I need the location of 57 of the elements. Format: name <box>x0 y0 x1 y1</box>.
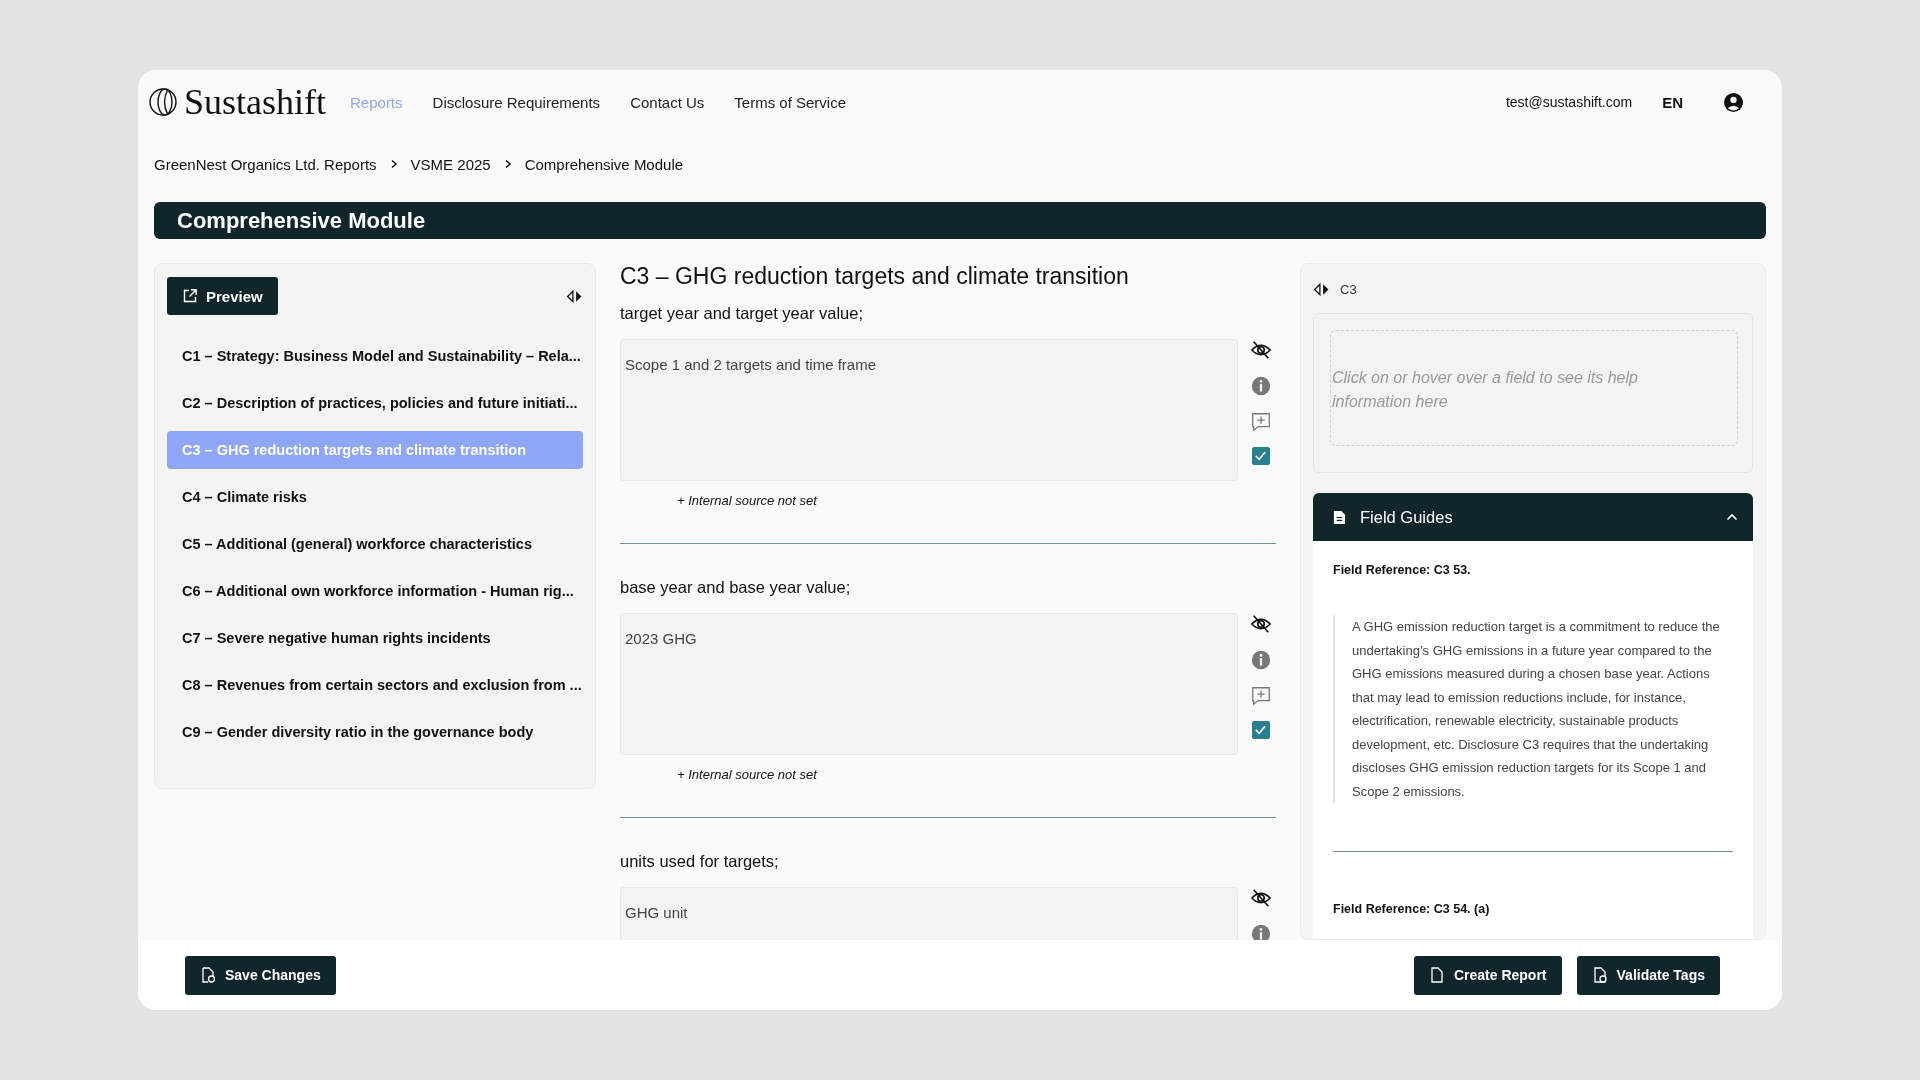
add-comment-icon[interactable] <box>1250 411 1272 433</box>
document-icon <box>1428 967 1445 983</box>
collapse-toggle-icon[interactable] <box>1313 282 1330 297</box>
document-icon <box>200 967 216 983</box>
field-guides-title: Field Guides <box>1360 507 1454 527</box>
document-icon <box>1333 509 1346 525</box>
nav-link[interactable]: Contact Us <box>630 93 705 111</box>
field-label: base year and base year value; <box>620 578 852 597</box>
user-email: test@sustashift.com <box>1505 94 1633 110</box>
field-reference: Field Reference: C3 54. (a) <box>1333 902 1491 916</box>
field-label: target year and target year value; <box>620 304 865 323</box>
sidebar-item[interactable]: C5 – Additional (general) workforce characteristics <box>167 525 583 563</box>
footer-button[interactable]: Create Report <box>1413 955 1562 995</box>
eye-slash-icon[interactable] <box>1250 887 1272 909</box>
internal-source-link[interactable]: + Internal source not set <box>677 767 817 782</box>
account-icon[interactable] <box>1723 91 1744 113</box>
info-icon[interactable] <box>1250 375 1272 397</box>
checkbox[interactable] <box>1252 721 1270 739</box>
brand-name[interactable]: Sustashift <box>184 81 326 123</box>
field-reference: Field Reference: C3 53. <box>1333 563 1472 577</box>
breadcrumb-link[interactable]: GreenNest Organics Ltd. Reports <box>154 155 377 173</box>
sidebar-item[interactable]: C9 – Gender diversity ratio in the governance body <box>167 713 583 751</box>
sidebar-item[interactable]: C1 – Strategy: Business Model and Sustainability – Rela... <box>167 337 583 375</box>
sidebar-item[interactable]: C2 – Description of practices, policies and future initiati... <box>167 384 583 422</box>
language-selector[interactable]: EN <box>1662 93 1683 111</box>
breadcrumb-link[interactable]: Comprehensive Module <box>524 155 684 173</box>
text-area[interactable]: GHG unit <box>620 887 1238 940</box>
eye-slash-icon[interactable] <box>1250 339 1272 361</box>
footer-button[interactable]: Save Changes <box>185 955 336 995</box>
field-guides-header[interactable]: Field Guides <box>1313 493 1753 541</box>
add-comment-icon[interactable] <box>1250 685 1272 707</box>
text-area[interactable]: 2023 GHG <box>620 613 1238 755</box>
external-link-icon <box>182 288 198 304</box>
section-title: C3 – GHG reduction targets and climate transition <box>620 263 1130 290</box>
document-icon <box>1591 967 1608 983</box>
preview-button[interactable]: Preview <box>167 277 278 315</box>
eye-slash-icon[interactable] <box>1250 613 1272 635</box>
sidebar-item[interactable]: C7 – Severe negative human rights incidents <box>167 619 583 657</box>
internal-source-link[interactable]: + Internal source not set <box>677 493 817 508</box>
checkbox[interactable] <box>1252 447 1270 465</box>
section-code: C3 <box>1340 282 1357 297</box>
sidebar-item[interactable]: C8 – Revenues from certain sectors and exclusion from ... <box>167 666 583 704</box>
collapse-toggle-icon[interactable] <box>566 288 583 304</box>
sidebar-item[interactable]: C6 – Additional own workforce information - Human rig... <box>167 572 583 610</box>
info-icon[interactable] <box>1250 923 1272 940</box>
guide-text: A GHG emission reduction target is a commitment to reduce the undertaking’s GHG emissions in a future year compared to the GHG emissions measured during a chosen base year. Actions that may lead to emission reductions include, for instance, electrification, renewable electricity, sustainable products development, etc. Disclosure C3 requires that the undertaking discloses GHG emission reduction targets for its Scope 1 and Scope 2 emissions. <box>1333 615 1733 803</box>
info-icon[interactable] <box>1250 649 1272 671</box>
help-hint: Click on or hover over a field to see its help information here <box>1330 330 1738 446</box>
chevron-icon[interactable] <box>1726 513 1738 521</box>
text-area[interactable]: Scope 1 and 2 targets and time frame <box>620 339 1238 481</box>
breadcrumb-link[interactable]: VSME 2025 <box>410 155 491 173</box>
footer-button[interactable]: Validate Tags <box>1576 955 1720 995</box>
page-title-bar: Comprehensive Module <box>154 202 1766 239</box>
sidebar-item[interactable]: C4 – Climate risks <box>167 478 583 516</box>
field-label: units used for targets; <box>620 852 780 871</box>
nav-link[interactable]: Disclosure Requirements <box>432 93 601 111</box>
nav-link[interactable]: Terms of Service <box>734 93 847 111</box>
